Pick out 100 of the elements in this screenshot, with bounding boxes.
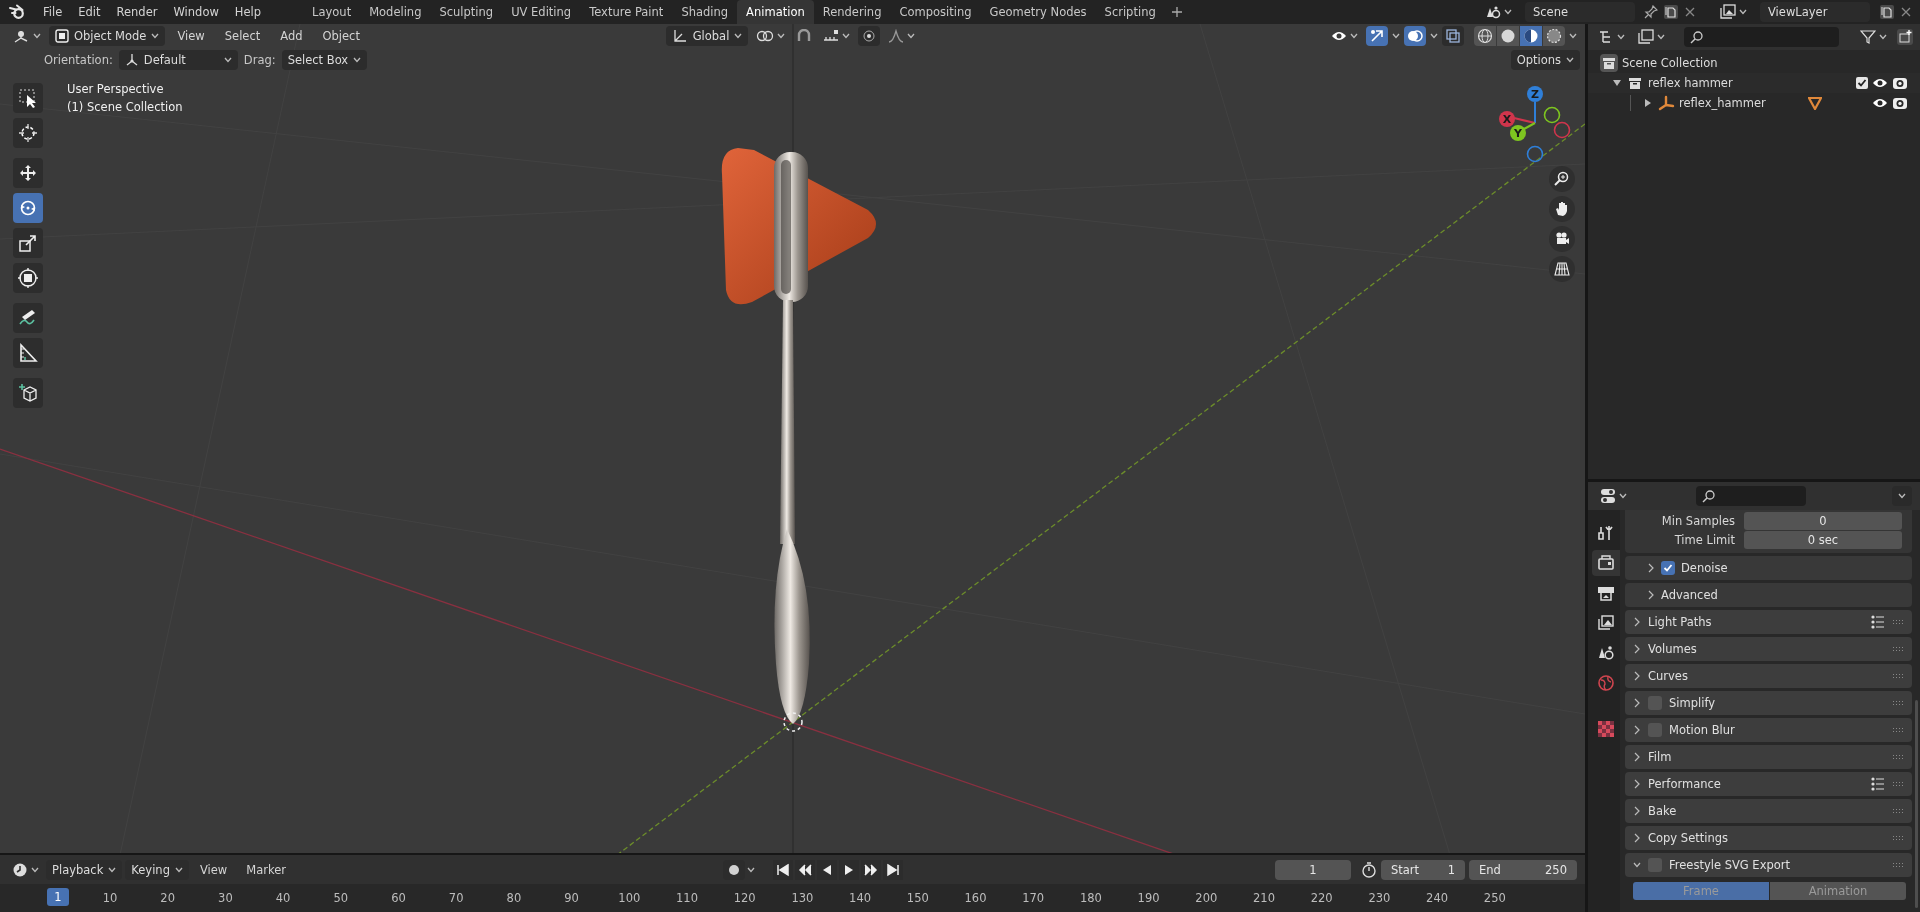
- tool-button[interactable]: [13, 303, 43, 333]
- panel-header[interactable]: Curves: [1625, 664, 1912, 688]
- drag-grip-icon[interactable]: [1892, 619, 1904, 625]
- menu-item[interactable]: Marker: [238, 862, 294, 877]
- orientation-dropdown[interactable]: Global: [665, 26, 749, 46]
- options-dropdown[interactable]: Options: [1510, 50, 1580, 70]
- workspace-tab[interactable]: Sculpting: [430, 0, 503, 24]
- tool-button[interactable]: [13, 338, 43, 368]
- tool-button[interactable]: [13, 193, 43, 223]
- play-reverse-button[interactable]: [816, 859, 837, 880]
- checkbox[interactable]: [1661, 561, 1675, 575]
- disclosure-icon[interactable]: [1612, 78, 1622, 88]
- workspace-tab[interactable]: Modeling: [360, 0, 431, 24]
- number-field[interactable]: 0 sec: [1744, 531, 1902, 549]
- menu-item[interactable]: Add: [272, 29, 311, 43]
- drag-grip-icon[interactable]: [1892, 808, 1904, 814]
- tool-button[interactable]: [13, 158, 43, 188]
- eye-icon[interactable]: [1872, 76, 1888, 90]
- chevron-icon[interactable]: [1647, 563, 1655, 573]
- prev-keyframe-button[interactable]: [794, 859, 815, 880]
- panel-header[interactable]: Light Paths: [1625, 610, 1912, 634]
- axis-ball[interactable]: [1543, 106, 1561, 124]
- frame-field[interactable]: 1: [1275, 859, 1351, 880]
- chevron-icon[interactable]: [1633, 860, 1641, 870]
- drag-grip-icon[interactable]: [1892, 700, 1904, 706]
- perspective-button[interactable]: [1549, 256, 1575, 282]
- axis-ball[interactable]: X: [1499, 111, 1515, 127]
- chevron-icon[interactable]: [1633, 806, 1641, 816]
- tool-button[interactable]: [13, 263, 43, 293]
- chevron-icon[interactable]: [1647, 590, 1655, 600]
- workspace-tab[interactable]: Rendering: [813, 0, 891, 24]
- menu-item[interactable]: Select: [216, 29, 269, 43]
- drag-grip-icon[interactable]: [1892, 835, 1904, 841]
- eye-icon[interactable]: [1872, 96, 1888, 110]
- workspace-tab[interactable]: Animation: [737, 0, 814, 24]
- disclosure-icon[interactable]: [1643, 98, 1653, 108]
- menu-item[interactable]: View: [169, 29, 213, 43]
- scrollbar[interactable]: [1915, 700, 1918, 908]
- tree-item[interactable]: reflex hammer: [1648, 76, 1733, 90]
- workspace-tab[interactable]: Texture Paint: [580, 0, 673, 24]
- shading-button[interactable]: [1543, 26, 1565, 46]
- properties-tab[interactable]: [1592, 550, 1620, 576]
- close-icon[interactable]: [1900, 6, 1912, 18]
- add-icon[interactable]: [1170, 6, 1183, 18]
- drag-dropdown[interactable]: Select Box: [281, 50, 368, 70]
- camera-view-button[interactable]: [1549, 226, 1575, 252]
- workspace-tab[interactable]: Scripting: [1095, 0, 1165, 24]
- menu-item[interactable]: Edit: [70, 5, 109, 19]
- xray-toggle[interactable]: [1442, 26, 1464, 46]
- tree-item[interactable]: Scene Collection: [1622, 56, 1718, 70]
- new-collection-icon[interactable]: [1896, 28, 1914, 46]
- axis-ball[interactable]: [1553, 121, 1571, 139]
- playhead[interactable]: 1: [47, 888, 69, 906]
- tool-button[interactable]: [13, 83, 43, 113]
- tool-button[interactable]: [13, 378, 43, 408]
- menu-dropdown[interactable]: Playback: [46, 859, 123, 880]
- drag-grip-icon[interactable]: [1892, 754, 1904, 760]
- drag-grip-icon[interactable]: [1892, 646, 1904, 652]
- blender-logo-icon[interactable]: [8, 3, 26, 21]
- menu-item[interactable]: Help: [226, 5, 270, 19]
- mesh-data-icon[interactable]: [1807, 96, 1822, 110]
- menu-item[interactable]: Window: [165, 5, 227, 19]
- menu-dropdown[interactable]: Keying: [125, 859, 189, 880]
- tree-item[interactable]: reflex_hammer: [1679, 96, 1766, 110]
- close-icon[interactable]: [1684, 6, 1696, 18]
- chevron-icon[interactable]: [1633, 617, 1641, 627]
- play-button[interactable]: [838, 859, 859, 880]
- start-frame-field[interactable]: Start 1: [1381, 859, 1465, 880]
- chevron-icon[interactable]: [1633, 698, 1641, 708]
- workspace-tab[interactable]: Shading: [672, 0, 738, 24]
- options-button[interactable]: [1892, 486, 1912, 506]
- camera-icon[interactable]: [1892, 76, 1908, 90]
- panel-header[interactable]: Bake: [1625, 799, 1912, 823]
- jump-start-button[interactable]: [772, 859, 793, 880]
- copy-icon[interactable]: [1663, 4, 1679, 20]
- proportional-toggle[interactable]: [858, 26, 881, 46]
- menu-item[interactable]: File: [35, 5, 71, 19]
- camera-icon[interactable]: [1892, 96, 1908, 110]
- panel-header[interactable]: Film: [1625, 745, 1912, 769]
- copy-icon[interactable]: [1879, 4, 1895, 20]
- menu-item[interactable]: View: [191, 862, 236, 877]
- chevron-icon[interactable]: [1633, 752, 1641, 762]
- shading-button[interactable]: [1520, 26, 1542, 46]
- menu-item[interactable]: Render: [108, 5, 166, 19]
- jump-end-button[interactable]: [882, 859, 903, 880]
- orientation-dropdown[interactable]: Default: [118, 50, 238, 70]
- workspace-tab[interactable]: Compositing: [890, 0, 981, 24]
- number-field[interactable]: 0: [1744, 512, 1902, 530]
- axis-ball[interactable]: [1526, 145, 1544, 163]
- next-keyframe-button[interactable]: [860, 859, 881, 880]
- panel-header[interactable]: Simplify: [1625, 691, 1912, 715]
- search-field[interactable]: [1696, 486, 1806, 506]
- end-frame-field[interactable]: End 250: [1469, 859, 1577, 880]
- presets-icon[interactable]: [1871, 615, 1885, 629]
- pin-icon[interactable]: [1644, 5, 1658, 19]
- search-field[interactable]: [1684, 27, 1839, 47]
- scene-field[interactable]: Scene: [1525, 2, 1635, 22]
- workspace-tab[interactable]: Layout: [303, 0, 361, 24]
- stopwatch-icon[interactable]: [1361, 861, 1377, 878]
- pan-button[interactable]: [1549, 196, 1575, 222]
